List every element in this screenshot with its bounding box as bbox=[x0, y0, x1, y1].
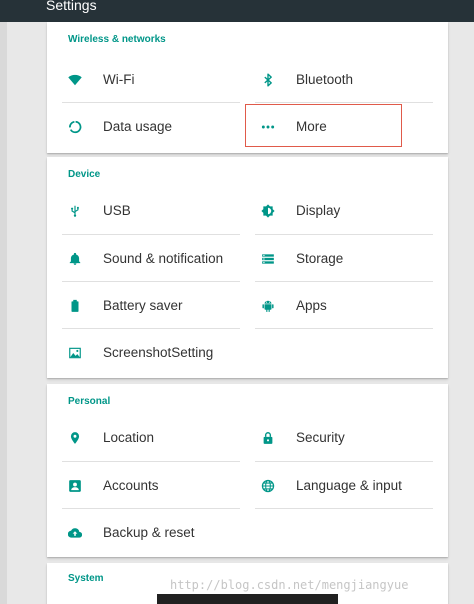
android-icon bbox=[261, 299, 275, 313]
settings-item-data-usage[interactable]: Data usage bbox=[62, 105, 240, 149]
settings-item-label: USB bbox=[103, 203, 131, 218]
settings-item-usb[interactable]: USB bbox=[62, 189, 240, 233]
bluetooth-icon bbox=[261, 73, 275, 87]
location-pin-icon bbox=[68, 431, 82, 445]
settings-item-label: Data usage bbox=[103, 119, 173, 134]
settings-item-wifi[interactable]: Wi-Fi bbox=[62, 58, 240, 102]
settings-item-label: Display bbox=[296, 203, 341, 218]
settings-item-label: Wi-Fi bbox=[103, 72, 135, 87]
item-divider bbox=[62, 461, 240, 462]
wifi-icon bbox=[68, 73, 82, 87]
app-title: Settings bbox=[46, 0, 97, 13]
item-divider bbox=[62, 328, 240, 329]
section-header-wireless: Wireless & networks bbox=[68, 34, 166, 45]
settings-item-label: Bluetooth bbox=[296, 72, 354, 87]
settings-item-label: Security bbox=[296, 430, 345, 445]
item-divider bbox=[255, 508, 433, 509]
app-bar: Settings bbox=[0, 0, 474, 22]
settings-item-backup-reset[interactable]: Backup & reset bbox=[62, 511, 240, 555]
item-divider bbox=[62, 281, 240, 282]
account-box-icon bbox=[68, 479, 82, 493]
settings-item-label: ScreenshotSetting bbox=[103, 345, 214, 360]
item-divider bbox=[255, 102, 433, 103]
settings-item-label: Backup & reset bbox=[103, 525, 195, 540]
lock-icon bbox=[261, 431, 275, 445]
settings-item-display[interactable]: Display bbox=[255, 189, 433, 233]
settings-item-label: Sound & notification bbox=[103, 251, 224, 266]
section-header-system: System bbox=[68, 573, 104, 584]
storage-icon bbox=[261, 252, 275, 266]
item-divider bbox=[62, 508, 240, 509]
display-brightness-icon bbox=[261, 204, 275, 218]
settings-item-label: Location bbox=[103, 430, 155, 445]
item-divider bbox=[255, 281, 433, 282]
settings-item-label: Apps bbox=[296, 298, 327, 313]
section-header-personal: Personal bbox=[68, 396, 111, 407]
item-divider bbox=[255, 234, 433, 235]
settings-item-label: Language & input bbox=[296, 478, 402, 493]
item-divider bbox=[255, 461, 433, 462]
settings-item-apps[interactable]: Apps bbox=[255, 284, 433, 328]
data-usage-icon bbox=[68, 120, 82, 134]
settings-item-accounts[interactable]: Accounts bbox=[62, 464, 240, 508]
battery-icon bbox=[68, 299, 82, 313]
bell-icon bbox=[68, 252, 82, 266]
section-header-device: Device bbox=[68, 169, 101, 180]
settings-item-label: Accounts bbox=[103, 478, 159, 493]
settings-item-battery-saver[interactable]: Battery saver bbox=[62, 284, 240, 328]
cloud-upload-icon bbox=[68, 526, 82, 540]
settings-item-security[interactable]: Security bbox=[255, 416, 433, 460]
section-device: Device USB Display Sound & notification … bbox=[47, 157, 448, 378]
settings-item-label: Battery saver bbox=[103, 298, 183, 313]
item-divider bbox=[62, 102, 240, 103]
settings-item-screenshot-setting[interactable]: ScreenshotSetting bbox=[62, 331, 240, 375]
settings-item-language-input[interactable]: Language & input bbox=[255, 464, 433, 508]
left-edge-strip bbox=[0, 22, 7, 604]
highlight-box bbox=[245, 104, 402, 147]
globe-icon bbox=[261, 479, 275, 493]
usb-icon bbox=[68, 204, 82, 218]
settings-item-label: Storage bbox=[296, 251, 344, 266]
item-divider bbox=[255, 328, 433, 329]
settings-item-sound-notification[interactable]: Sound & notification bbox=[62, 237, 240, 281]
section-personal: Personal Location Security Accounts Lang… bbox=[47, 384, 448, 557]
settings-item-bluetooth[interactable]: Bluetooth bbox=[255, 58, 433, 102]
item-divider bbox=[62, 234, 240, 235]
settings-item-location[interactable]: Location bbox=[62, 416, 240, 460]
image-icon bbox=[68, 346, 82, 360]
watermark-text: http://blog.csdn.net/mengjiangyue bbox=[170, 578, 409, 592]
settings-item-storage[interactable]: Storage bbox=[255, 237, 433, 281]
bottom-bar bbox=[157, 594, 338, 604]
section-wireless-networks: Wireless & networks Wi-Fi Bluetooth Data… bbox=[47, 22, 448, 153]
